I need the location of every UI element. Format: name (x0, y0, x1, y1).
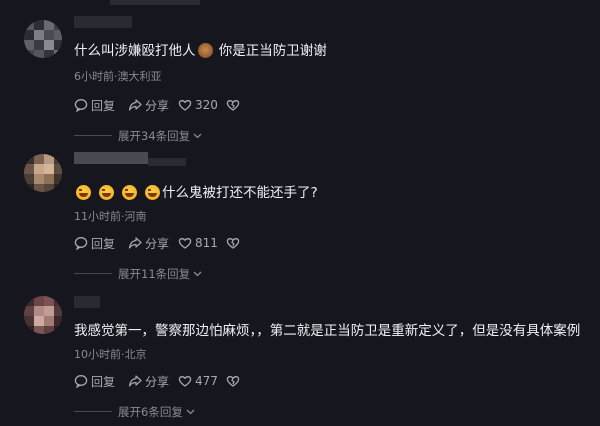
like-button[interactable]: 811 (178, 234, 218, 252)
username-blurred[interactable] (74, 16, 132, 28)
face-emoji-icon (197, 43, 213, 58)
reply-icon (74, 375, 88, 388)
comment-meta: 6小时前·澳大利亚 (74, 70, 162, 83)
dislike-button[interactable] (226, 96, 243, 114)
share-icon (128, 99, 142, 111)
avatar[interactable] (24, 296, 62, 334)
heart-icon (178, 376, 192, 387)
username-blurred-tail (148, 158, 186, 166)
username-blurred[interactable] (74, 296, 100, 308)
reply-icon (74, 99, 88, 112)
avatar[interactable] (24, 154, 62, 192)
comment-meta: 10小时前·北京 (74, 348, 147, 361)
reply-icon (74, 237, 88, 250)
comment-meta: 11小时前·河南 (74, 210, 147, 223)
broken-heart-icon (226, 100, 240, 111)
laugh-emoji-icon (99, 185, 114, 200)
laugh-emoji-icon (76, 185, 91, 200)
reply-button[interactable]: 回复 (74, 234, 115, 252)
like-count: 320 (195, 98, 218, 112)
share-button[interactable]: 分享 (128, 96, 169, 114)
username-blurred[interactable] (74, 152, 148, 164)
share-button[interactable]: 分享 (128, 372, 169, 390)
share-button[interactable]: 分享 (128, 234, 169, 252)
divider (74, 135, 112, 136)
divider (74, 273, 112, 274)
dislike-button[interactable] (226, 234, 243, 252)
avatar[interactable] (24, 20, 62, 58)
laugh-emoji-icon (145, 185, 160, 200)
like-button[interactable]: 477 (178, 372, 218, 390)
chevron-down-icon (193, 133, 202, 139)
laugh-emoji-icon (122, 185, 137, 200)
heart-icon (178, 100, 192, 111)
share-icon (128, 237, 142, 249)
expand-replies-button[interactable]: 展开11条回复 (74, 266, 594, 281)
like-count: 811 (195, 236, 218, 250)
reply-button[interactable]: 回复 (74, 372, 115, 390)
like-button[interactable]: 320 (178, 96, 218, 114)
reply-button[interactable]: 回复 (74, 96, 115, 114)
broken-heart-icon (226, 376, 240, 387)
broken-heart-icon (226, 238, 240, 249)
chevron-down-icon (186, 409, 195, 415)
chevron-down-icon (193, 271, 202, 277)
dislike-button[interactable] (226, 372, 243, 390)
like-count: 477 (195, 374, 218, 388)
heart-icon (178, 238, 192, 249)
previous-comment-remnant (110, 0, 200, 5)
expand-replies-button[interactable]: 展开34条回复 (74, 128, 594, 143)
comment-text: 什么叫涉嫌殴打他人 你是正当防卫谢谢 (74, 43, 327, 59)
share-icon (128, 375, 142, 387)
divider (74, 411, 112, 412)
comment-text: 什么鬼被打还不能还手了? (74, 184, 318, 202)
expand-replies-button[interactable]: 展开6条回复 (74, 404, 594, 419)
comment-text: 我感觉第一，警察那边怕麻烦，，第二就是正当防卫是重新定义了，但是没有具体案例 (74, 323, 581, 339)
